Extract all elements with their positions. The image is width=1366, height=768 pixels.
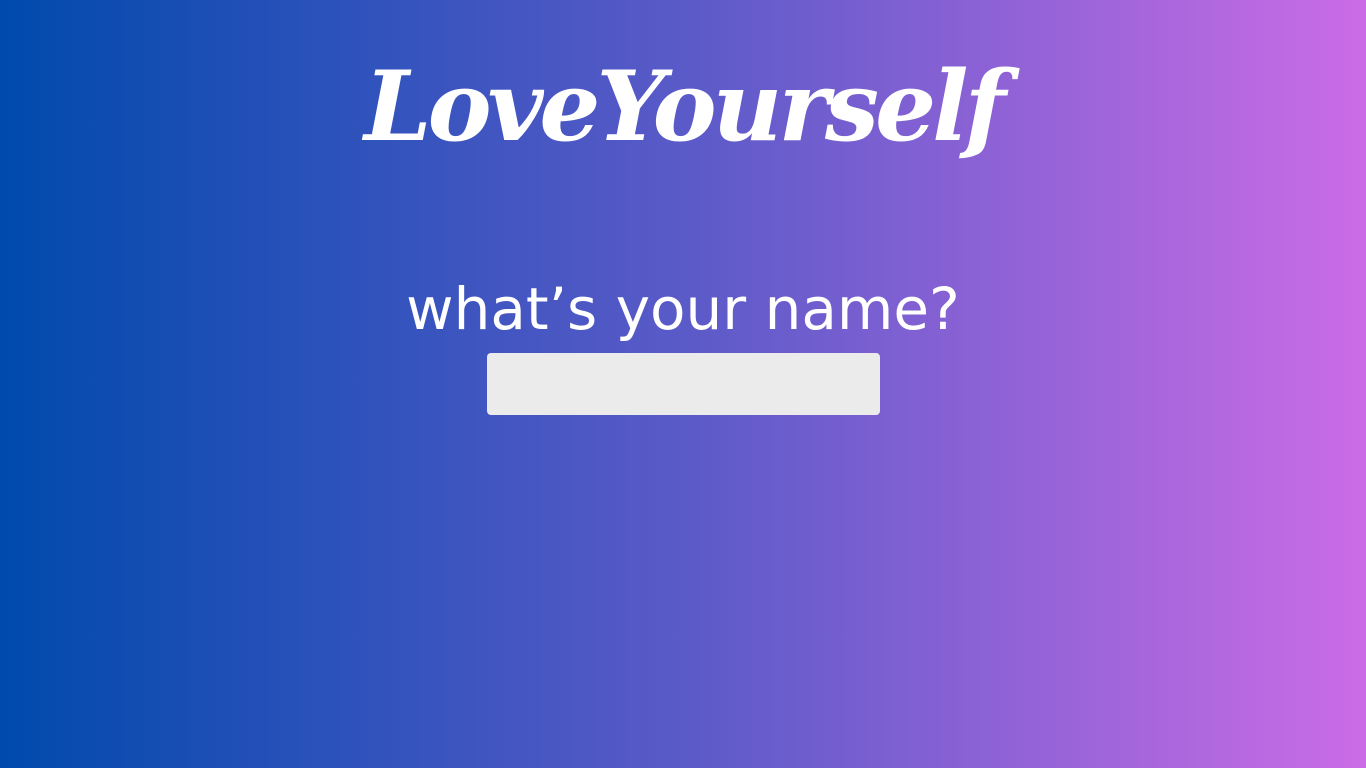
name-prompt-label: what’s your name?	[406, 275, 960, 343]
name-input[interactable]	[487, 353, 880, 415]
app-title: LoveYourself	[364, 50, 1006, 163]
